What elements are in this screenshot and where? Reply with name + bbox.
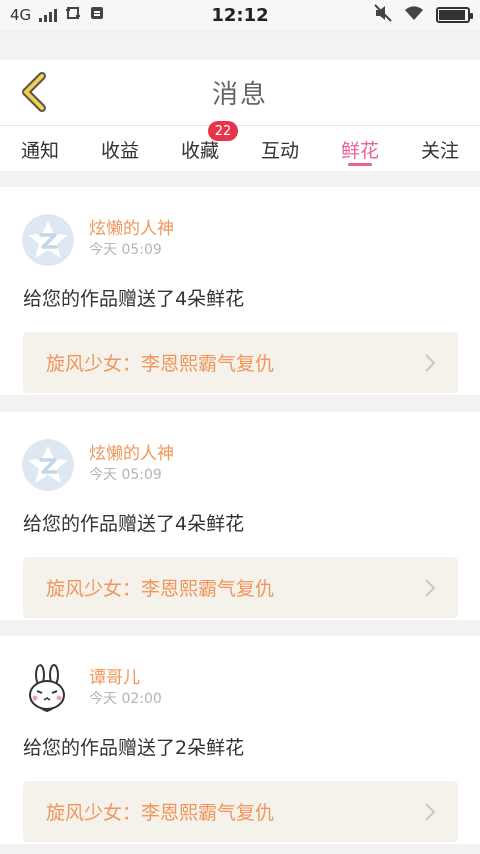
tab-bar: 通知 收益 收藏 22 互动 鲜花 关注 [0,121,480,172]
page-title: 消息 [211,80,268,110]
tab-label: 关注 [420,139,459,162]
tab-follows[interactable]: 关注 [400,126,480,172]
default-avatar-icon[interactable] [22,439,74,491]
tab-label: 收益 [100,139,139,162]
tab-flowers[interactable]: 鲜花 [320,126,400,172]
wifi-icon [404,5,424,25]
chevron-right-icon [425,803,436,821]
battery-icon [436,7,473,23]
tab-interactions[interactable]: 互动 [240,126,320,172]
work-link[interactable]: 旋风少女：李恩熙霸气复仇 [23,781,458,842]
sender-name[interactable]: 谭哥儿 [89,663,140,688]
sim-card-icon [89,5,105,25]
rabbit-avatar-icon[interactable] [22,663,74,715]
message-text: 给您的作品赠送了2朵鲜花 [23,737,245,759]
tab-earnings[interactable]: 收益 [80,126,160,172]
unread-count-badge: 22 [208,121,238,141]
tab-label: 通知 [20,139,59,162]
back-button[interactable] [14,72,54,112]
tab-favorites[interactable]: 收藏 22 [160,121,240,172]
active-tab-indicator [348,163,372,166]
sender-name[interactable]: 炫懒的人神 [89,439,174,464]
tab-label: 鲜花 [340,139,379,162]
work-title: 旋风少女：李恩熙霸气复仇 [46,353,275,375]
page-header: 消息 [0,60,480,125]
message-card: 炫懒的人神 今天 05:09 给您的作品赠送了4朵鲜花 旋风少女：李恩熙霸气复仇 [0,187,480,395]
message-text: 给您的作品赠送了4朵鲜花 [23,288,245,310]
message-card: 谭哥儿 今天 02:00 给您的作品赠送了2朵鲜花 旋风少女：李恩熙霸气复仇 [0,636,480,844]
spacer [0,30,480,60]
work-title: 旋风少女：李恩熙霸气复仇 [46,802,275,824]
muted-icon [374,4,392,26]
chevron-right-icon [425,579,436,597]
status-bar: 4G 12:12 [0,0,480,30]
network-type: 4G [10,6,32,24]
chevron-right-icon [425,354,436,372]
sender-name[interactable]: 炫懒的人神 [89,214,174,239]
tab-notifications[interactable]: 通知 [0,126,80,172]
work-title: 旋风少女：李恩熙霸气复仇 [46,578,275,600]
message-time: 今天 05:09 [89,467,162,483]
tab-label: 互动 [260,139,299,162]
screenshot-icon [65,5,81,25]
message-card: 炫懒的人神 今天 05:09 给您的作品赠送了4朵鲜花 旋风少女：李恩熙霸气复仇 [0,412,480,620]
message-time: 今天 05:09 [89,242,162,258]
message-text: 给您的作品赠送了4朵鲜花 [23,513,245,535]
back-arrow-icon [22,72,46,112]
default-avatar-icon[interactable] [22,214,74,266]
message-time: 今天 02:00 [89,691,162,707]
signal-icon [39,8,58,22]
work-link[interactable]: 旋风少女：李恩熙霸气复仇 [23,557,458,618]
work-link[interactable]: 旋风少女：李恩熙霸气复仇 [23,332,458,393]
